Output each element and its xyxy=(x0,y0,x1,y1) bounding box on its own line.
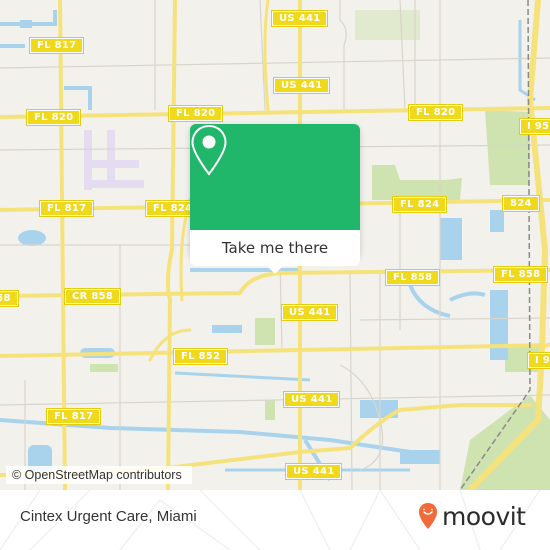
route-shield-824: 824 xyxy=(502,195,540,212)
route-shield-fl-820: FL 820 xyxy=(407,104,464,121)
lake xyxy=(440,218,462,260)
route-shield-fl-820: FL 820 xyxy=(25,109,82,126)
airport-runway xyxy=(84,160,139,168)
route-shield-us-441: US 441 xyxy=(280,304,339,321)
road-fl-820 xyxy=(0,106,550,119)
route-shield-fl-817: FL 817 xyxy=(28,37,85,54)
canal xyxy=(408,284,451,318)
route-shield-858: 858 xyxy=(0,290,19,307)
canal xyxy=(449,291,486,302)
moovit-pin-icon xyxy=(419,503,437,529)
route-shield-us-441: US 441 xyxy=(284,463,343,480)
route-shield-i-95: I 95 xyxy=(518,118,550,135)
lake xyxy=(490,290,508,360)
map-view[interactable]: FL 817 US 441 US 441 FL 820 FL 820 FL 82… xyxy=(0,0,550,490)
lake xyxy=(212,325,242,333)
route-shield-fl-852: FL 852 xyxy=(172,348,229,365)
moovit-logo[interactable]: moovit xyxy=(418,502,526,530)
route-shield-i-95: I 95 xyxy=(526,352,550,369)
airport xyxy=(84,130,144,190)
road-us-441-ramp xyxy=(263,0,270,112)
popup-pointer xyxy=(266,265,284,274)
popup-header xyxy=(190,124,360,230)
street xyxy=(359,317,550,321)
route-shield-fl-858: FL 858 xyxy=(384,269,441,286)
take-me-there-button[interactable]: Take me there xyxy=(190,230,360,266)
route-shield-fl-817: FL 817 xyxy=(38,200,95,217)
location-pin-icon xyxy=(191,124,227,176)
footer: Cintex Urgent Care, Miami moovit xyxy=(0,490,550,550)
park-area xyxy=(90,364,118,372)
lake xyxy=(490,210,504,232)
destination-popup: Take me there xyxy=(190,124,360,274)
route-shield-cr-858: CR 858 xyxy=(63,288,122,305)
park-area xyxy=(265,400,275,420)
airport-runway xyxy=(84,180,144,188)
street xyxy=(349,269,353,490)
route-shield-fl-820: FL 820 xyxy=(167,105,224,122)
route-shield-us-441: US 441 xyxy=(270,10,329,27)
park-area xyxy=(255,318,275,345)
canal xyxy=(174,371,311,382)
map-attribution[interactable]: © OpenStreetMap contributors xyxy=(6,466,192,484)
route-shield-fl-817: FL 817 xyxy=(45,408,102,425)
place-name: Cintex Urgent Care, Miami xyxy=(20,508,197,525)
park-area xyxy=(372,165,462,200)
airport-runway xyxy=(107,130,115,180)
route-shield-fl-824: FL 824 xyxy=(391,196,448,213)
park-area xyxy=(355,10,420,40)
route-shield-us-441: US 441 xyxy=(272,77,331,94)
canal xyxy=(64,86,92,110)
street xyxy=(0,57,550,69)
lake xyxy=(18,230,46,246)
moovit-wordmark: moovit xyxy=(442,501,526,531)
route-shield-us-441: US 441 xyxy=(282,391,341,408)
route-shield-fl-858: FL 858 xyxy=(492,266,549,283)
street xyxy=(339,0,347,110)
